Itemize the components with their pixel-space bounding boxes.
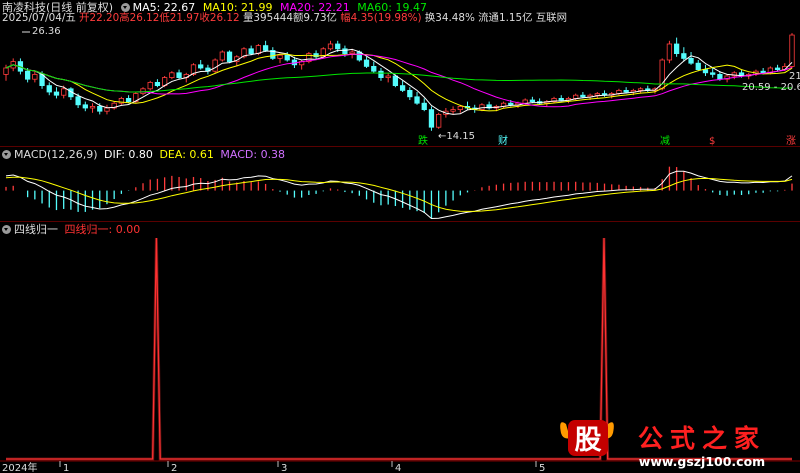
candle-body	[522, 99, 528, 104]
candle-body	[399, 85, 406, 91]
candle-body	[335, 43, 341, 50]
candle-body	[176, 72, 182, 79]
candle-body	[508, 102, 514, 106]
candle-body	[789, 34, 795, 67]
candle-body	[169, 72, 175, 79]
candle-body	[226, 51, 233, 62]
event-marker-reduce[interactable]: 减	[660, 135, 670, 147]
candle-body	[717, 74, 723, 80]
candle-body	[688, 58, 694, 64]
watermark-badge: 股	[575, 425, 602, 456]
candle-body	[219, 51, 225, 61]
time-tick-label: 2	[171, 463, 177, 473]
candlestick-series	[3, 33, 795, 131]
time-tick-label: 5	[539, 463, 545, 473]
candle-body	[349, 51, 355, 54]
candle-body	[75, 96, 81, 106]
candle-body	[53, 91, 60, 96]
macd-lines	[5, 170, 793, 220]
candle-body	[695, 62, 701, 71]
candle-body	[573, 94, 579, 99]
ma5-line	[5, 48, 793, 115]
candle-body	[125, 98, 132, 103]
candle-body	[327, 43, 334, 50]
time-axis-ticks: 1 2 3 4 5	[59, 461, 545, 473]
ma10-line	[5, 53, 793, 112]
candle-body	[24, 70, 31, 80]
candle-body	[414, 96, 420, 104]
candle-body	[198, 64, 204, 69]
candle-body	[262, 45, 269, 51]
candle-body	[32, 74, 38, 80]
candle-body	[363, 59, 370, 67]
candle-body	[623, 90, 629, 93]
candle-body	[392, 75, 399, 86]
candle-body	[558, 98, 564, 101]
candle-body	[277, 54, 283, 59]
candle-body	[82, 104, 88, 109]
event-marker-rise[interactable]: 涨	[786, 135, 796, 147]
candle-body	[154, 82, 161, 87]
candle-body	[594, 93, 600, 96]
moving-average-lines	[5, 48, 793, 115]
chart-canvas: 26.36 ←14.15 21 20.59 - 20.63 跌 财 减 $ 涨 …	[0, 26, 800, 473]
time-axis-year: 2024年	[2, 461, 37, 473]
candle-body	[61, 88, 67, 96]
watermark: 股 公式之家 www.gszj100.com	[560, 420, 766, 469]
candle-body	[104, 107, 110, 112]
candle-body	[140, 88, 146, 95]
candle-body	[637, 88, 644, 91]
high-price-label: 26.36	[32, 26, 61, 37]
candle-body	[681, 53, 687, 59]
range-label: 20.59 - 20.63	[742, 82, 800, 93]
candle-body	[89, 106, 96, 109]
candle-body	[407, 90, 413, 98]
candle-body	[378, 70, 384, 78]
candle-body	[774, 67, 781, 70]
time-tick-label: 4	[395, 463, 401, 473]
right-price-label: 21	[789, 71, 800, 82]
candle-body	[760, 70, 766, 74]
candle-body	[371, 66, 377, 72]
candle-body	[212, 59, 218, 72]
event-marker-dividend[interactable]: $	[709, 136, 715, 147]
candle-body	[457, 106, 463, 111]
candle-body	[710, 72, 716, 75]
watermark-url: www.gszj100.com	[639, 454, 765, 469]
dea-line	[5, 176, 793, 212]
candle-body	[450, 109, 456, 112]
candle-body	[385, 75, 391, 78]
candle-body	[248, 48, 254, 54]
time-tick-label: 3	[281, 463, 287, 473]
candle-body	[666, 43, 673, 61]
candle-body	[97, 106, 103, 112]
candle-body	[529, 99, 536, 102]
candle-body	[147, 82, 153, 90]
event-marker-earnings[interactable]: 财	[498, 134, 508, 147]
watermark-text: 公式之家	[638, 424, 766, 453]
event-marker-fall[interactable]: 跌	[418, 134, 428, 147]
candle-body	[3, 67, 9, 75]
candle-body	[580, 94, 586, 98]
dif-line	[5, 170, 793, 220]
candle-body	[673, 43, 680, 54]
candle-body	[46, 85, 52, 93]
candle-body	[421, 102, 427, 110]
candle-body	[436, 114, 442, 128]
candle-body	[428, 109, 435, 128]
time-tick-label: 1	[63, 463, 69, 473]
candle-body	[702, 69, 709, 74]
candle-body	[284, 54, 290, 61]
candle-body	[342, 48, 348, 54]
low-price-label: ←14.15	[438, 131, 475, 142]
